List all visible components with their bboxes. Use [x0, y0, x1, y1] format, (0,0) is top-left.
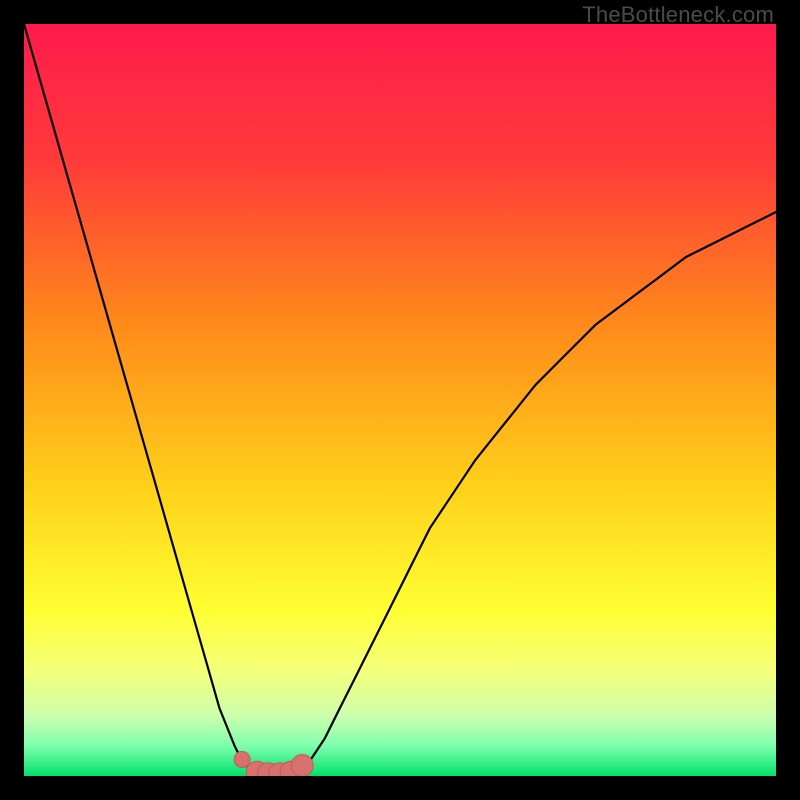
watermark-text: TheBottleneck.com [582, 2, 774, 28]
plot-frame [24, 24, 776, 776]
bottleneck-chart [24, 24, 776, 776]
optimal-marker [291, 755, 313, 777]
gradient-background [24, 24, 776, 776]
optimal-marker [234, 752, 250, 768]
